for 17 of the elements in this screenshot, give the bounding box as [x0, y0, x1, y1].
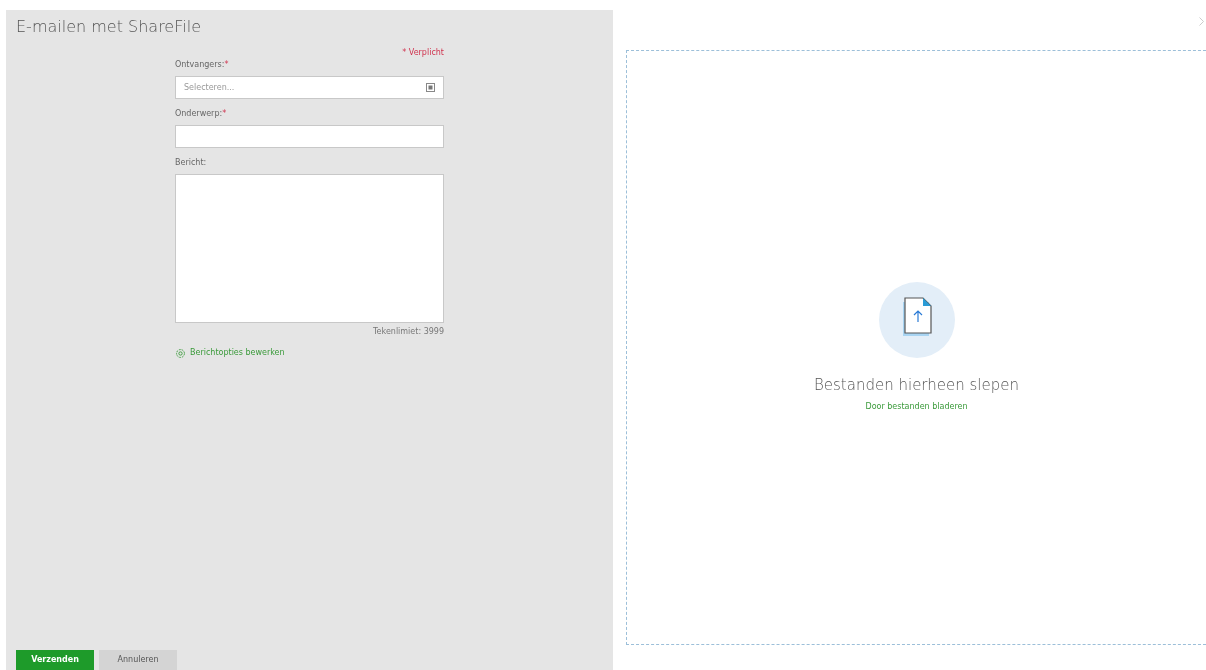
- send-button[interactable]: Verzenden: [16, 650, 94, 670]
- recipients-field[interactable]: Selecteren...: [175, 76, 444, 99]
- settings-icon[interactable]: [175, 347, 186, 359]
- chevron-right-icon[interactable]: [1199, 17, 1204, 26]
- subject-field[interactable]: [175, 125, 444, 148]
- message-options-link[interactable]: Berichtopties bewerken: [175, 347, 285, 359]
- character-limit: Tekenlimiet: 3999: [372, 326, 444, 338]
- field-label: Bericht:: [175, 157, 208, 169]
- field-label: Onderwerp:*: [175, 108, 228, 120]
- drop-zone-title: Bestanden hierheen slepen: [814, 375, 1019, 397]
- field-label: Ontvangers:*: [175, 59, 230, 71]
- browse-files-link[interactable]: Door bestanden bladeren: [865, 400, 968, 413]
- message-field[interactable]: [175, 174, 444, 323]
- cancel-button[interactable]: Annuleren: [99, 650, 177, 670]
- window-title: E-mailen met ShareFile: [15, 16, 202, 38]
- required-note: * Verplicht: [402, 47, 444, 59]
- file-upload-icon: [878, 282, 955, 359]
